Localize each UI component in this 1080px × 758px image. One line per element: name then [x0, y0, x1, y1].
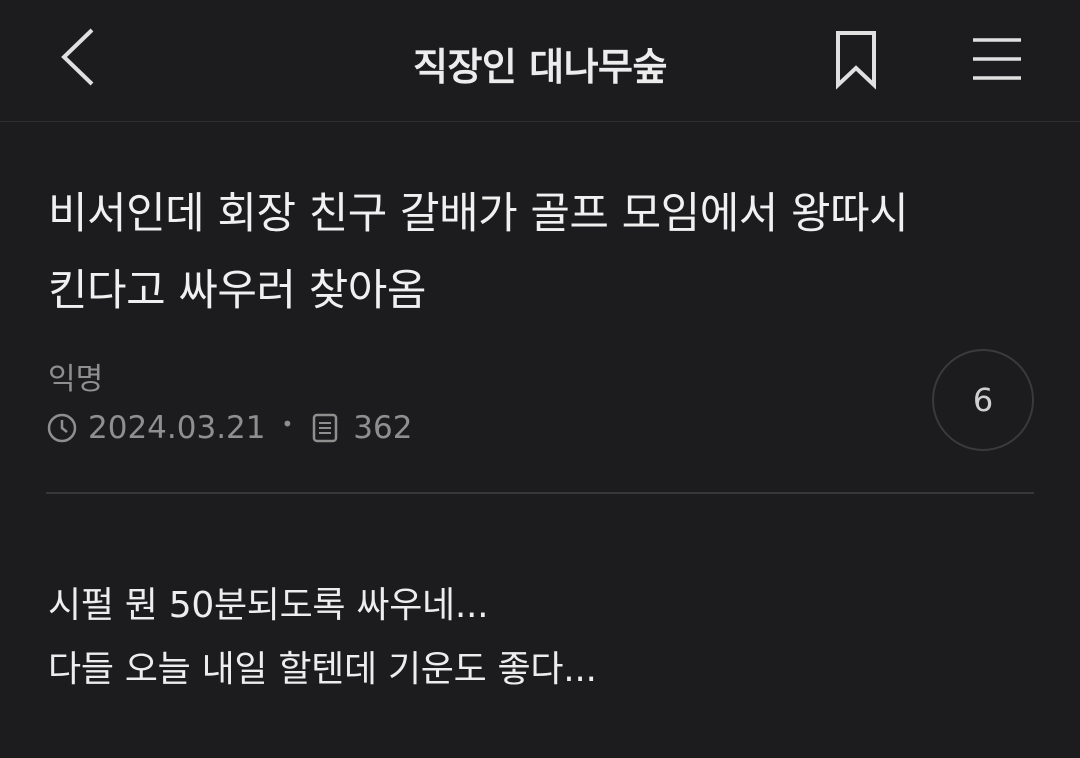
menu-button[interactable] [966, 30, 1028, 88]
separator-dot: • [281, 412, 294, 436]
bookmark-icon [836, 31, 876, 90]
views-icon [311, 412, 343, 444]
post-date: 2024.03.21 [88, 410, 266, 446]
divider [46, 492, 1034, 494]
post-title-line: 비서인데 회장 친구 갈배가 골프 모임에서 왕따시 [48, 189, 909, 239]
post-meta: 2024.03.21 • 362 [46, 406, 412, 450]
comment-count-badge[interactable]: 6 [932, 349, 1034, 451]
post-body: 시펄 뭔 50분되도록 싸우네... 다들 오늘 내일 할텐데 기운도 좋다..… [48, 574, 1038, 702]
board-title: 직장인 대나무숲 [413, 45, 667, 89]
post-body-line: 다들 오늘 내일 할텐데 기운도 좋다... [48, 649, 597, 690]
clock-icon [46, 412, 78, 444]
bookmark-button[interactable] [826, 26, 886, 92]
post-body-line: 시펄 뭔 50분되도록 싸우네... [48, 585, 489, 626]
hamburger-menu-icon [973, 38, 1021, 80]
view-count: 362 [353, 410, 413, 446]
author-name: 익명 [48, 362, 104, 397]
post-title: 비서인데 회장 친구 갈배가 골프 모임에서 왕따시 킨다고 싸우러 찾아옴 [48, 176, 1038, 330]
post-title-line: 킨다고 싸우러 찾아옴 [48, 266, 426, 316]
top-app-bar: 직장인 대나무숲 [0, 0, 1080, 122]
comment-count: 6 [972, 381, 994, 419]
